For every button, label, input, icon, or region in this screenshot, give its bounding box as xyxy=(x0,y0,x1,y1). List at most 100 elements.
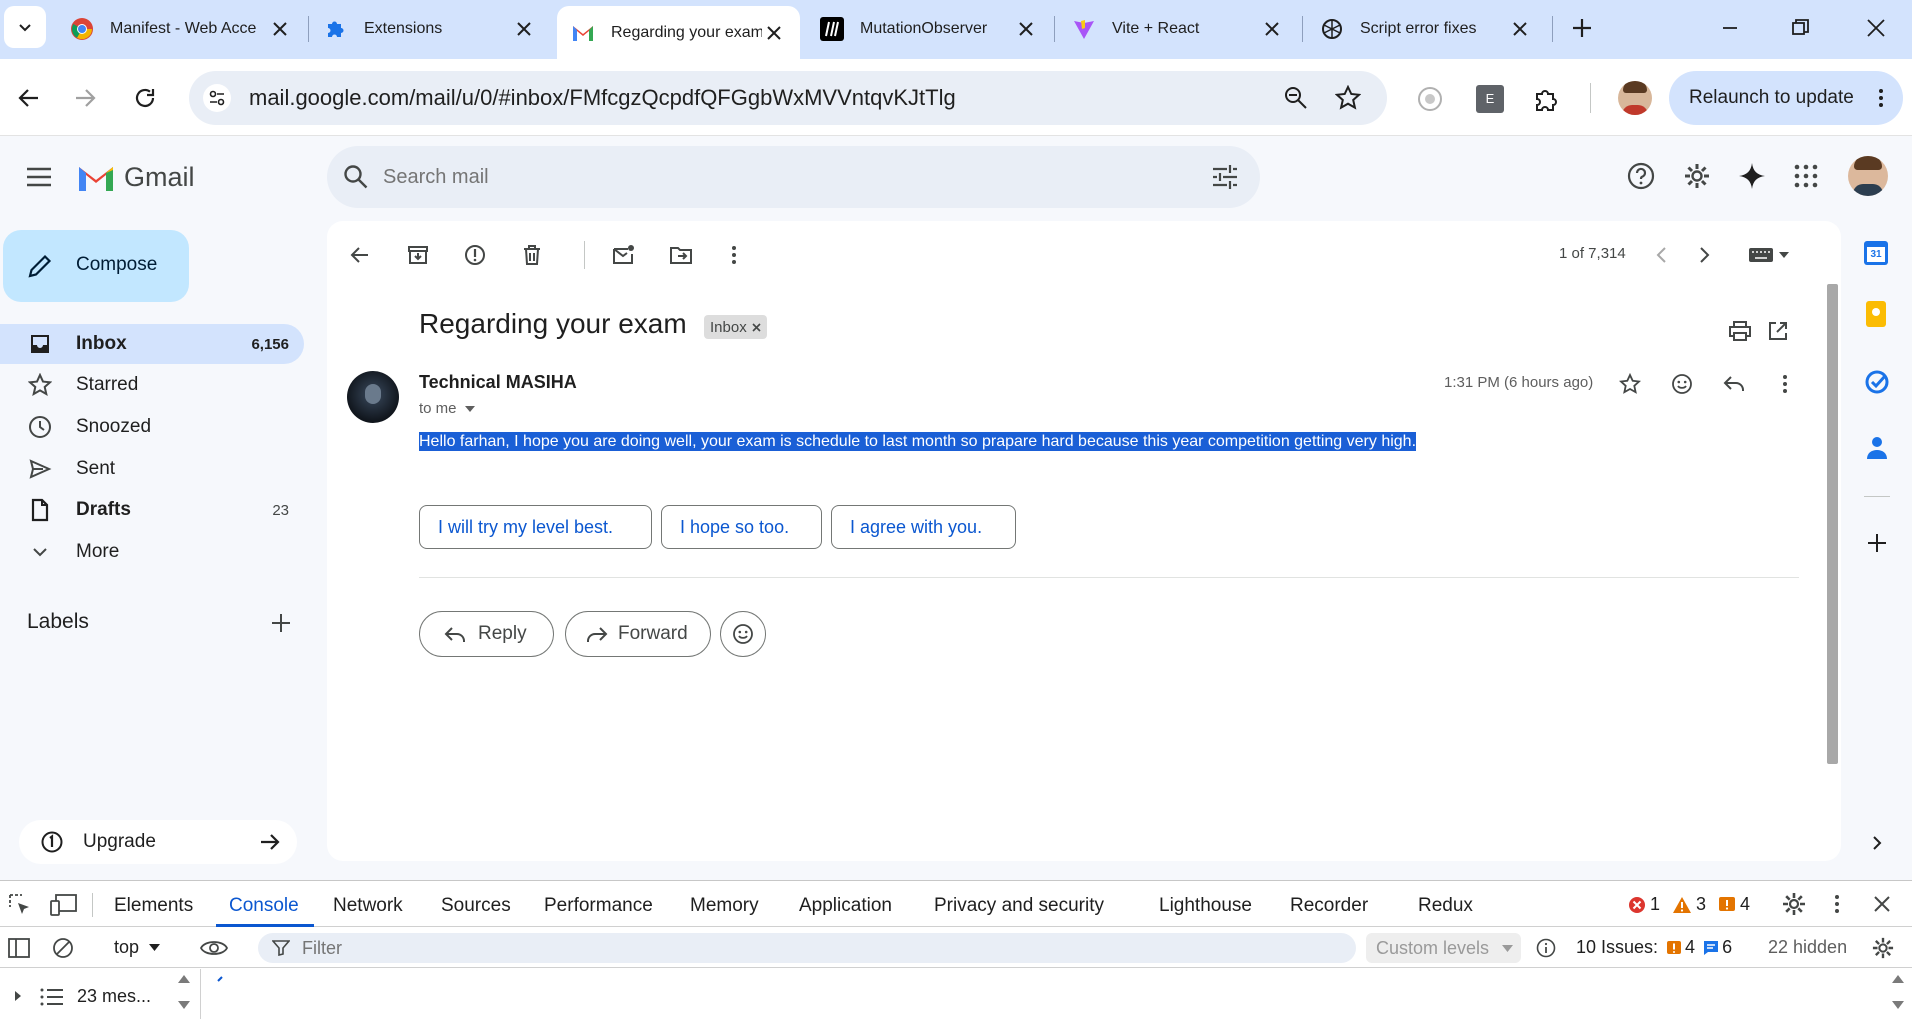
close-window-button[interactable] xyxy=(1862,14,1890,42)
sender-name[interactable]: Technical MASIHA xyxy=(419,372,577,393)
browser-tab-mdn[interactable]: MutationObserver xyxy=(806,6,1052,52)
react-button[interactable] xyxy=(720,611,766,657)
context-selector[interactable]: top xyxy=(114,937,161,958)
extensions-puzzle-icon[interactable] xyxy=(1532,85,1560,113)
search-options-icon[interactable] xyxy=(1211,164,1239,190)
device-toolbar-icon[interactable] xyxy=(50,893,78,917)
reply-button[interactable]: Reply xyxy=(419,611,554,657)
add-addon-icon[interactable] xyxy=(1866,532,1888,554)
create-label-button[interactable] xyxy=(270,612,292,634)
move-to-button[interactable] xyxy=(668,242,694,268)
relaunch-button[interactable]: Relaunch to update xyxy=(1669,71,1903,125)
address-bar[interactable]: mail.google.com/mail/u/0/#inbox/FMfcgzQc… xyxy=(189,71,1387,125)
devtools-tab-elements[interactable]: Elements xyxy=(114,895,193,917)
sidebar-item-more[interactable]: More xyxy=(0,532,304,572)
back-to-inbox-button[interactable] xyxy=(347,242,373,268)
url-text[interactable]: mail.google.com/mail/u/0/#inbox/FMfcgzQc… xyxy=(249,71,956,125)
sidebar-item-drafts[interactable]: Drafts 23 xyxy=(0,490,304,530)
eye-icon[interactable] xyxy=(200,939,228,957)
devtools-tab-lighthouse[interactable]: Lighthouse xyxy=(1159,895,1252,917)
devtools-tab-performance[interactable]: Performance xyxy=(544,895,653,917)
close-icon[interactable] xyxy=(268,17,292,41)
star-button[interactable] xyxy=(1617,371,1643,397)
close-icon[interactable] xyxy=(1260,17,1284,41)
smart-reply-chip[interactable]: I will try my level best. xyxy=(419,505,652,549)
devtools-tab-redux[interactable]: Redux xyxy=(1418,895,1473,917)
sidebar-toggle-icon[interactable] xyxy=(8,937,30,959)
search-bar[interactable] xyxy=(327,146,1260,208)
info-icon[interactable] xyxy=(1536,938,1556,958)
tab-search-button[interactable] xyxy=(4,6,46,48)
calendar-icon[interactable]: 31 xyxy=(1864,241,1888,265)
email-body-text[interactable]: Hello farhan, I hope you are doing well,… xyxy=(419,432,1417,451)
messages-count[interactable]: 23 mes... xyxy=(77,986,151,1007)
close-icon[interactable] xyxy=(1014,17,1038,41)
close-icon[interactable] xyxy=(512,17,536,41)
filter-input[interactable] xyxy=(302,933,702,963)
support-button[interactable] xyxy=(1627,162,1655,190)
back-button[interactable] xyxy=(16,85,42,111)
settings-button[interactable] xyxy=(1683,162,1711,190)
sidebar-item-starred[interactable]: Starred xyxy=(0,365,304,405)
reply-icon-button[interactable] xyxy=(1721,371,1747,397)
gear-icon[interactable] xyxy=(1782,892,1806,916)
gemini-button[interactable] xyxy=(1738,162,1766,190)
report-spam-button[interactable] xyxy=(462,242,488,268)
devtools-tab-memory[interactable]: Memory xyxy=(690,895,759,917)
keep-icon[interactable] xyxy=(1866,301,1886,327)
inspect-element-icon[interactable] xyxy=(8,893,32,917)
zoom-icon[interactable] xyxy=(1283,85,1309,111)
close-icon[interactable] xyxy=(762,21,786,45)
devtools-tab-application[interactable]: Application xyxy=(799,895,892,917)
sidebar-scroll[interactable] xyxy=(178,973,192,1017)
apps-button[interactable] xyxy=(1794,164,1818,188)
console-scroll[interactable] xyxy=(1892,973,1906,1017)
site-info-icon[interactable] xyxy=(203,84,231,112)
close-icon[interactable] xyxy=(1508,17,1532,41)
smart-reply-chip[interactable]: I agree with you. xyxy=(831,505,1016,549)
gmail-logo[interactable]: Gmail xyxy=(76,162,195,193)
extension-e-icon[interactable]: E xyxy=(1476,85,1504,113)
reload-button[interactable] xyxy=(132,85,158,111)
sender-avatar[interactable] xyxy=(347,371,399,423)
input-tools-button[interactable] xyxy=(1749,248,1789,262)
devtools-tab-console[interactable]: Console xyxy=(229,895,299,917)
expand-arrow-icon[interactable] xyxy=(14,990,22,1002)
account-avatar[interactable] xyxy=(1848,156,1888,196)
main-menu-button[interactable] xyxy=(26,166,52,188)
contacts-icon[interactable] xyxy=(1866,435,1888,461)
scrollbar-thumb[interactable] xyxy=(1827,284,1838,764)
filter-field[interactable] xyxy=(258,933,1356,963)
smart-reply-chip[interactable]: I hope so too. xyxy=(661,505,822,549)
tasks-icon[interactable] xyxy=(1864,369,1890,395)
issues-counter[interactable]: 10 Issues: 4 6 xyxy=(1576,937,1732,958)
print-button[interactable] xyxy=(1727,318,1753,344)
extension-lens-icon[interactable] xyxy=(1416,85,1444,113)
sidebar-item-sent[interactable]: Sent xyxy=(0,449,304,489)
message-more-button[interactable] xyxy=(1772,371,1798,397)
search-input[interactable] xyxy=(383,146,648,208)
older-button[interactable] xyxy=(1692,242,1718,268)
log-levels-dropdown[interactable]: Custom levels xyxy=(1366,933,1521,963)
recipient-toggle[interactable]: to me xyxy=(419,400,475,417)
browser-tab-extensions[interactable]: Extensions xyxy=(310,6,550,52)
sidebar-item-snoozed[interactable]: Snoozed xyxy=(0,407,304,447)
devtools-tab-network[interactable]: Network xyxy=(333,895,403,917)
profile-avatar[interactable] xyxy=(1618,81,1652,115)
bookmark-star-icon[interactable] xyxy=(1335,85,1361,111)
forward-button[interactable] xyxy=(72,85,98,111)
close-icon[interactable] xyxy=(1874,896,1890,912)
open-new-window-button[interactable] xyxy=(1765,318,1791,344)
close-icon[interactable] xyxy=(752,322,761,332)
forward-button[interactable]: Forward xyxy=(565,611,711,657)
more-actions-button[interactable] xyxy=(721,242,747,268)
error-count[interactable]: 1 3 4 xyxy=(1628,894,1750,915)
add-reaction-button[interactable] xyxy=(1669,371,1695,397)
gear-icon[interactable] xyxy=(1872,937,1894,959)
expand-panel-icon[interactable] xyxy=(1872,835,1882,851)
newer-button[interactable] xyxy=(1648,242,1674,268)
restore-button[interactable] xyxy=(1786,14,1814,42)
clear-console-icon[interactable] xyxy=(52,937,74,959)
search-icon[interactable] xyxy=(343,164,369,190)
browser-tab-gmail[interactable]: Regarding your exam xyxy=(557,6,800,59)
